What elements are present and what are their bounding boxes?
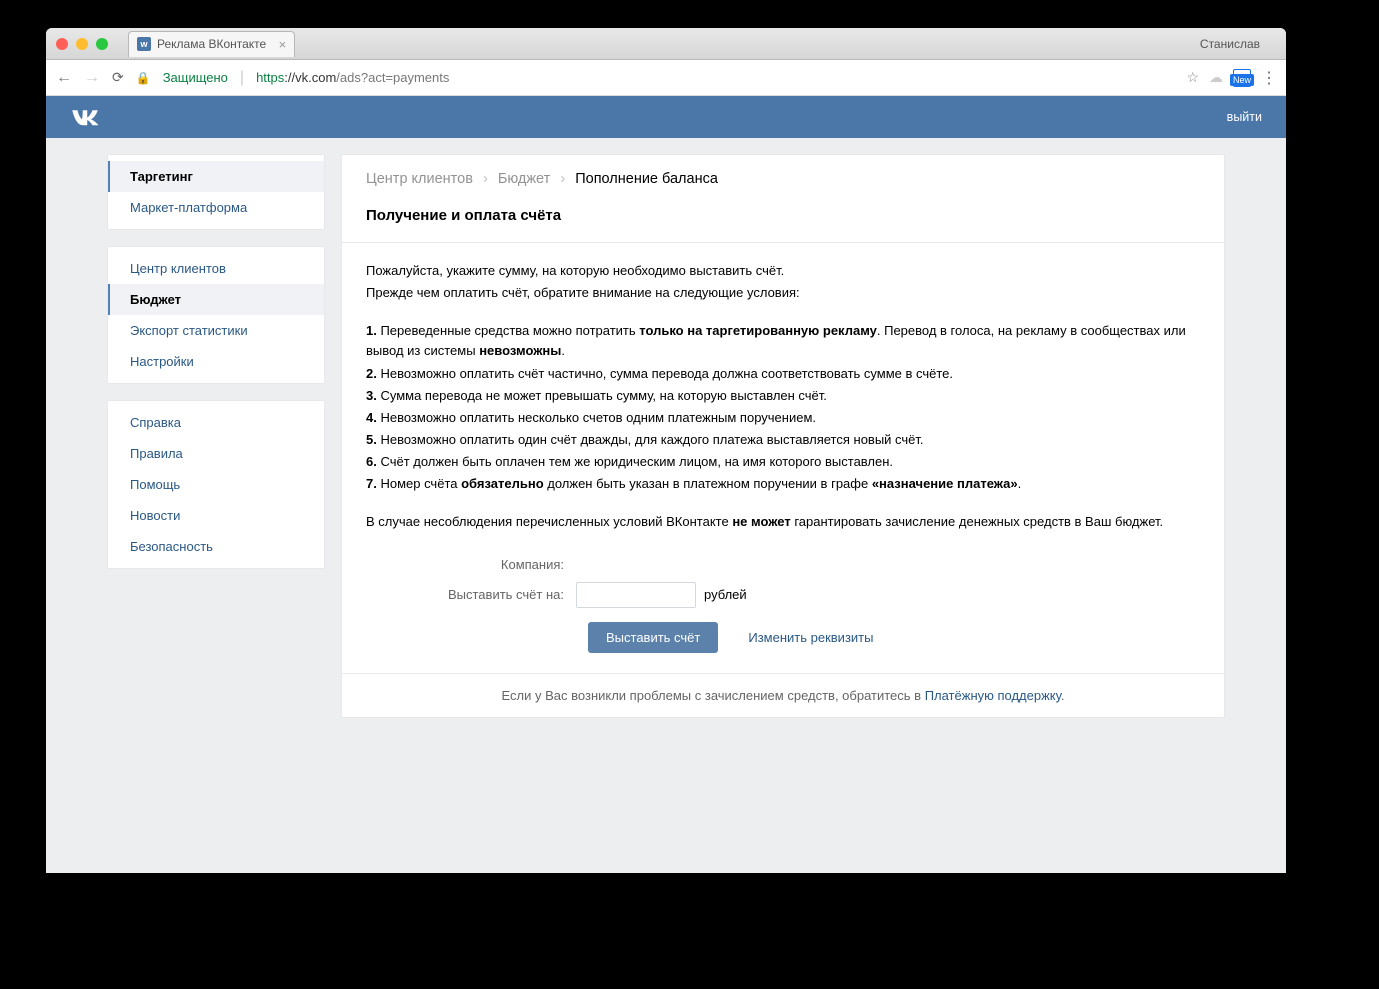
- submit-invoice-button[interactable]: Выставить счёт: [588, 622, 718, 653]
- intro-line-1: Пожалуйста, укажите сумму, на которую не…: [366, 261, 1200, 281]
- browser-toolbar: ← → ⟳ 🔒 Защищено | https://vk.com/ads?ac…: [46, 60, 1286, 96]
- secure-label: Защищено: [163, 70, 228, 85]
- browser-tab[interactable]: w Реклама ВКонтакте ×: [128, 31, 295, 57]
- sidebar-item-client-center[interactable]: Центр клиентов: [108, 253, 324, 284]
- titlebar: w Реклама ВКонтакте × Станислав: [46, 28, 1286, 60]
- rule-1: 1. Переведенные средства можно потратить…: [366, 321, 1200, 361]
- payment-support-link[interactable]: Платёжную поддержку: [925, 688, 1061, 703]
- main-panel: Центр клиентов › Бюджет › Пополнение бал…: [341, 154, 1225, 718]
- back-button[interactable]: ←: [56, 69, 72, 87]
- sidebar-item-export-stats[interactable]: Экспорт статистики: [108, 315, 324, 346]
- minimize-window-button[interactable]: [76, 38, 88, 50]
- logout-link[interactable]: выйти: [1227, 110, 1262, 124]
- lock-icon: 🔒: [136, 71, 151, 85]
- invoice-amount-input[interactable]: [576, 582, 696, 608]
- rule-7: 7. Номер счёта обязательно должен быть у…: [366, 474, 1200, 494]
- address-bar[interactable]: https://vk.com/ads?act=payments: [256, 70, 1174, 85]
- sidebar-item-security[interactable]: Безопасность: [108, 531, 324, 562]
- rule-2: 2. Невозможно оплатить счёт частично, су…: [366, 364, 1200, 384]
- sidebar-item-rules[interactable]: Правила: [108, 438, 324, 469]
- chrome-profile-name[interactable]: Станислав: [1200, 37, 1276, 51]
- breadcrumb-client-center[interactable]: Центр клиентов: [366, 171, 473, 187]
- chevron-right-icon: ›: [560, 171, 565, 187]
- sidebar-block-1: Таргетинг Маркет-платформа: [107, 154, 325, 230]
- browser-menu-icon[interactable]: ⋮: [1261, 68, 1276, 88]
- sidebar-item-support[interactable]: Помощь: [108, 469, 324, 500]
- rule-4: 4. Невозможно оплатить несколько счетов …: [366, 408, 1200, 428]
- maximize-window-button[interactable]: [96, 38, 108, 50]
- tab-title: Реклама ВКонтакте: [157, 37, 266, 51]
- close-tab-icon[interactable]: ×: [279, 37, 287, 52]
- content-wrapper: Таргетинг Маркет-платформа Центр клиенто…: [107, 154, 1225, 718]
- sidebar-block-3: Справка Правила Помощь Новости Безопасно…: [107, 400, 325, 569]
- sidebar-item-help[interactable]: Справка: [108, 407, 324, 438]
- close-window-button[interactable]: [56, 38, 68, 50]
- intro-line-2: Прежде чем оплатить счёт, обратите внима…: [366, 283, 1200, 303]
- warning-text: В случае несоблюдения перечисленных усло…: [366, 512, 1200, 532]
- chevron-right-icon: ›: [483, 171, 488, 187]
- invoice-amount-label: Выставить счёт на:: [366, 587, 576, 602]
- currency-label: рублей: [704, 587, 747, 602]
- rule-6: 6. Счёт должен быть оплачен тем же юриди…: [366, 452, 1200, 472]
- rule-3: 3. Сумма перевода не может превышать сум…: [366, 386, 1200, 406]
- body-text: Пожалуйста, укажите сумму, на которую не…: [342, 243, 1224, 553]
- rule-5: 5. Невозможно оплатить один счёт дважды,…: [366, 430, 1200, 450]
- sidebar-item-budget[interactable]: Бюджет: [108, 284, 324, 315]
- extension-badge[interactable]: New: [1233, 69, 1251, 87]
- window-controls: [56, 38, 108, 50]
- breadcrumb: Центр клиентов › Бюджет › Пополнение бал…: [342, 155, 1224, 187]
- sidebar-item-settings[interactable]: Настройки: [108, 346, 324, 377]
- bookmark-star-icon[interactable]: ☆: [1186, 69, 1199, 86]
- forward-button[interactable]: →: [84, 69, 100, 87]
- sidebar-item-targeting[interactable]: Таргетинг: [108, 161, 324, 192]
- vk-header: выйти: [46, 96, 1286, 138]
- vk-favicon-icon: w: [137, 37, 151, 51]
- page-body: выйти Таргетинг Маркет-платформа Центр к…: [46, 96, 1286, 873]
- toolbar-icons: ☆ ☁ New ⋮: [1186, 68, 1276, 88]
- invoice-form: Компания: Выставить счёт на: рублей Выст…: [342, 553, 1224, 673]
- company-label: Компания:: [366, 557, 576, 572]
- sidebar-block-2: Центр клиентов Бюджет Экспорт статистики…: [107, 246, 325, 384]
- footer-note: Если у Вас возникли проблемы с зачислени…: [342, 673, 1224, 717]
- reload-button[interactable]: ⟳: [112, 69, 124, 86]
- sidebar: Таргетинг Маркет-платформа Центр клиенто…: [107, 154, 325, 718]
- breadcrumb-current: Пополнение баланса: [575, 171, 718, 187]
- change-requisites-link[interactable]: Изменить реквизиты: [748, 630, 873, 645]
- vk-logo-icon[interactable]: [70, 108, 100, 126]
- breadcrumb-budget[interactable]: Бюджет: [498, 171, 550, 187]
- section-title: Получение и оплата счёта: [342, 187, 1224, 234]
- sidebar-item-news[interactable]: Новости: [108, 500, 324, 531]
- browser-window: w Реклама ВКонтакте × Станислав ← → ⟳ 🔒 …: [46, 28, 1286, 873]
- sidebar-item-market-platform[interactable]: Маркет-платформа: [108, 192, 324, 223]
- cloud-icon[interactable]: ☁: [1209, 69, 1223, 86]
